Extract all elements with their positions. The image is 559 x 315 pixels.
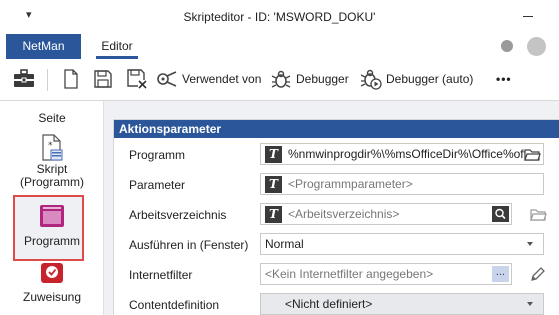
- parameter-label: Parameter: [129, 178, 186, 192]
- new-document-button[interactable]: [62, 67, 80, 91]
- content-definition-select[interactable]: <Nicht definiert>: [260, 293, 544, 315]
- action-parameters-panel: Aktionsparameter Programm T %nmwinprogdi…: [113, 119, 559, 315]
- sidebar-item-script[interactable]: * Skript (Programm): [0, 133, 104, 189]
- debugger-label: Debugger: [296, 72, 349, 86]
- ribbon-tabs: NetMan Editor: [0, 34, 559, 59]
- chevron-down-icon: [527, 302, 533, 306]
- new-document-icon: [64, 69, 78, 89]
- row-internet-filter: Internetfilter <Kein Internetfilter ange…: [114, 260, 559, 290]
- internet-filter-placeholder: <Kein Internetfilter angegeben>: [265, 267, 434, 281]
- content-definition-label: Contentdefinition: [129, 298, 220, 312]
- more-button[interactable]: •••: [492, 67, 512, 91]
- status-dot-icon: [501, 40, 513, 52]
- working-directory-placeholder: <Arbeitsverzeichnis>: [288, 207, 400, 221]
- toolbox-button[interactable]: [12, 67, 36, 91]
- sidebar-item-assignment[interactable]: Zuweisung: [0, 261, 104, 304]
- folder-icon[interactable]: [529, 205, 547, 223]
- more-icon: •••: [496, 72, 512, 86]
- internet-filter-label: Internetfilter: [129, 268, 193, 282]
- sidebar-item-script-sublabel: (Programm): [19, 175, 84, 189]
- chevron-down-icon: [527, 242, 533, 246]
- used-by-icon: [157, 71, 177, 87]
- folder-open-icon[interactable]: [524, 146, 541, 162]
- user-avatar[interactable]: [527, 37, 546, 56]
- working-directory-label: Arbeitsverzeichnis: [129, 208, 227, 222]
- sidebar-item-program[interactable]: Programm: [0, 203, 104, 248]
- save-close-icon: [127, 69, 147, 89]
- sidebar-item-program-label: Programm: [23, 234, 80, 248]
- edit-pencil-icon[interactable]: [529, 265, 547, 283]
- toolbox-icon: [14, 69, 34, 87]
- window-title: Skripteditor - ID: 'MSWORD_DOKU': [183, 10, 376, 24]
- page-sidebar: Seite * Skript (Programm) Programm Zuwei…: [0, 101, 104, 315]
- content-definition-value: <Nicht definiert>: [285, 297, 373, 311]
- program-window-icon: [40, 205, 64, 227]
- row-run-in-window: Ausführen in (Fenster) Normal: [114, 230, 559, 260]
- row-content-definition: Contentdefinition <Nicht definiert>: [114, 290, 559, 315]
- tab-editor[interactable]: Editor: [92, 34, 142, 59]
- title-bar: ▾ Skripteditor - ID: 'MSWORD_DOKU': [0, 0, 559, 34]
- debugger-auto-label: Debugger (auto): [386, 72, 474, 86]
- program-label: Programm: [129, 148, 186, 162]
- search-icon[interactable]: [492, 206, 509, 222]
- toolbar: Verwendet von Debugger Debugger (auto) •…: [0, 59, 559, 101]
- tab-netman[interactable]: NetMan: [6, 34, 81, 59]
- run-in-window-select[interactable]: Normal: [260, 233, 544, 255]
- working-directory-field[interactable]: T <Arbeitsverzeichnis>: [260, 203, 512, 225]
- run-in-window-value: Normal: [265, 237, 304, 251]
- save-icon: [94, 70, 112, 88]
- sidebar-heading: Seite: [38, 111, 66, 125]
- debugger-auto-button[interactable]: Debugger (auto): [360, 67, 473, 91]
- save-button[interactable]: [93, 67, 113, 91]
- panel-title: Aktionsparameter: [114, 120, 559, 138]
- parameter-placeholder: <Programmparameter>: [288, 177, 413, 191]
- minimize-button[interactable]: [523, 16, 533, 17]
- save-close-button[interactable]: [126, 67, 148, 91]
- main-area: Aktionsparameter Programm T %nmwinprogdi…: [104, 101, 559, 315]
- row-parameter: Parameter T <Programmparameter>: [114, 170, 559, 200]
- sidebar-item-assignment-label: Zuweisung: [22, 290, 82, 304]
- debugger-button[interactable]: Debugger: [270, 67, 349, 91]
- debugger-auto-icon: [360, 69, 382, 90]
- text-type-icon[interactable]: T: [265, 145, 282, 163]
- script-icon: *: [42, 134, 63, 161]
- internet-filter-field[interactable]: <Kein Internetfilter angegeben> ...: [260, 263, 512, 285]
- toolbar-separator: [47, 69, 48, 91]
- program-field[interactable]: T %nmwinprogdir%\%msOfficeDir%\Office%of…: [260, 143, 544, 165]
- used-by-label: Verwendet von: [182, 72, 262, 86]
- text-type-icon[interactable]: T: [265, 175, 282, 193]
- row-program: Programm T %nmwinprogdir%\%msOfficeDir%\…: [114, 140, 559, 170]
- parameter-field[interactable]: T <Programmparameter>: [260, 173, 544, 195]
- used-by-button[interactable]: Verwendet von: [156, 67, 261, 91]
- browse-button[interactable]: ...: [492, 266, 509, 282]
- program-value: %nmwinprogdir%\%msOfficeDir%\Office%off: [288, 147, 526, 161]
- assignment-icon: [41, 263, 63, 283]
- debugger-icon: [271, 70, 291, 88]
- row-working-directory: Arbeitsverzeichnis T <Arbeitsverzeichnis…: [114, 200, 559, 230]
- run-in-window-label: Ausführen in (Fenster): [129, 238, 249, 252]
- text-type-icon[interactable]: T: [265, 205, 282, 223]
- tab-editor-label: Editor: [101, 39, 133, 53]
